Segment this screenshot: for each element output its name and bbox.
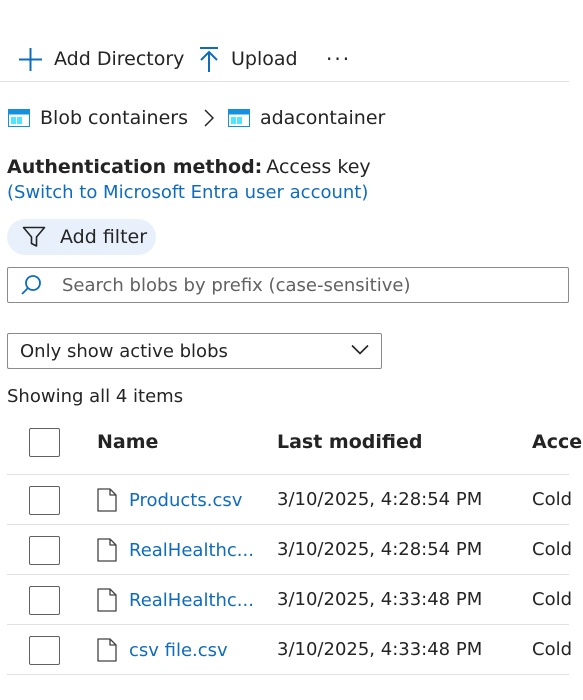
switch-auth-link[interactable]: (Switch to Microsoft Entra user account) xyxy=(7,182,368,203)
access-tier-cell: Cold xyxy=(532,589,573,610)
authentication-method: Authentication method: Access key xyxy=(7,156,371,178)
blob-status-dropdown[interactable]: Only show active blobs xyxy=(7,333,382,369)
file-icon xyxy=(97,638,117,662)
auth-method-label: Authentication method: xyxy=(7,156,263,178)
last-modified-cell: 3/10/2025, 4:33:48 PM xyxy=(277,589,483,610)
more-icon: ··· xyxy=(326,47,352,71)
blob-name-cell: csv file.csv xyxy=(97,638,228,662)
plus-icon xyxy=(19,47,42,71)
upload-icon xyxy=(200,46,218,72)
blob-name-cell: RealHealthc... xyxy=(97,588,254,612)
blob-name-link[interactable]: Products.csv xyxy=(129,490,242,511)
row-checkbox[interactable] xyxy=(29,586,60,615)
breadcrumb-item-blob-containers[interactable]: Blob containers xyxy=(8,107,188,129)
column-header-last-modified[interactable]: Last modified xyxy=(277,431,422,453)
search-icon xyxy=(21,275,41,295)
row-checkbox[interactable] xyxy=(29,486,60,515)
auth-method-value: Access key xyxy=(266,156,371,178)
add-directory-button[interactable]: Add Directory xyxy=(18,42,184,76)
access-tier-cell: Cold xyxy=(532,489,573,510)
blob-name-link[interactable]: RealHealthc... xyxy=(129,590,254,611)
filter-icon xyxy=(22,226,46,247)
breadcrumb-item-adacontainer[interactable]: adacontainer xyxy=(227,107,386,129)
blob-name-link[interactable]: RealHealthc... xyxy=(129,540,254,561)
column-header-access-tier[interactable]: Acce xyxy=(532,431,582,453)
container-icon xyxy=(8,109,30,127)
blob-name-cell: Products.csv xyxy=(97,488,242,512)
table-row[interactable]: Products.csv 3/10/2025, 4:28:54 PM Cold xyxy=(7,475,573,525)
row-checkbox[interactable] xyxy=(29,536,60,565)
row-checkbox[interactable] xyxy=(29,636,60,665)
select-all-checkbox[interactable] xyxy=(29,428,60,457)
column-header-name[interactable]: Name xyxy=(97,431,158,453)
breadcrumb: Blob containers adacontainer xyxy=(8,104,385,132)
command-bar: Add Directory Upload ··· xyxy=(0,38,569,82)
access-tier-cell: Cold xyxy=(532,539,573,560)
breadcrumb-label: Blob containers xyxy=(40,107,188,129)
upload-button[interactable]: Upload xyxy=(199,42,298,76)
container-icon xyxy=(227,109,250,127)
table-row[interactable]: RealHealthc... 3/10/2025, 4:33:48 PM Col… xyxy=(7,575,573,625)
search-box xyxy=(7,267,569,303)
add-filter-button[interactable]: Add filter xyxy=(7,219,156,255)
chevron-right-icon xyxy=(204,109,214,127)
access-tier-cell: Cold xyxy=(532,639,573,660)
blob-name-cell: RealHealthc... xyxy=(97,538,254,562)
last-modified-cell: 3/10/2025, 4:33:48 PM xyxy=(277,639,483,660)
add-directory-label: Add Directory xyxy=(54,48,185,70)
chevron-down-icon xyxy=(351,344,369,355)
table-header: Name Last modified Acce xyxy=(7,418,582,475)
breadcrumb-label: adacontainer xyxy=(259,107,386,129)
add-filter-label: Add filter xyxy=(60,226,148,248)
dropdown-selected: Only show active blobs xyxy=(20,340,228,362)
items-count: Showing all 4 items xyxy=(7,386,184,407)
file-icon xyxy=(97,488,117,512)
search-input[interactable] xyxy=(62,274,542,296)
blob-name-link[interactable]: csv file.csv xyxy=(129,640,228,661)
table-row[interactable]: csv file.csv 3/10/2025, 4:33:48 PM Cold xyxy=(7,625,573,675)
more-options-button[interactable]: ··· xyxy=(326,42,351,76)
table-row[interactable]: RealHealthc... 3/10/2025, 4:28:54 PM Col… xyxy=(7,525,573,575)
file-icon xyxy=(97,588,117,612)
last-modified-cell: 3/10/2025, 4:28:54 PM xyxy=(277,539,483,560)
upload-label: Upload xyxy=(231,48,298,70)
file-icon xyxy=(97,538,117,562)
last-modified-cell: 3/10/2025, 4:28:54 PM xyxy=(277,489,483,510)
